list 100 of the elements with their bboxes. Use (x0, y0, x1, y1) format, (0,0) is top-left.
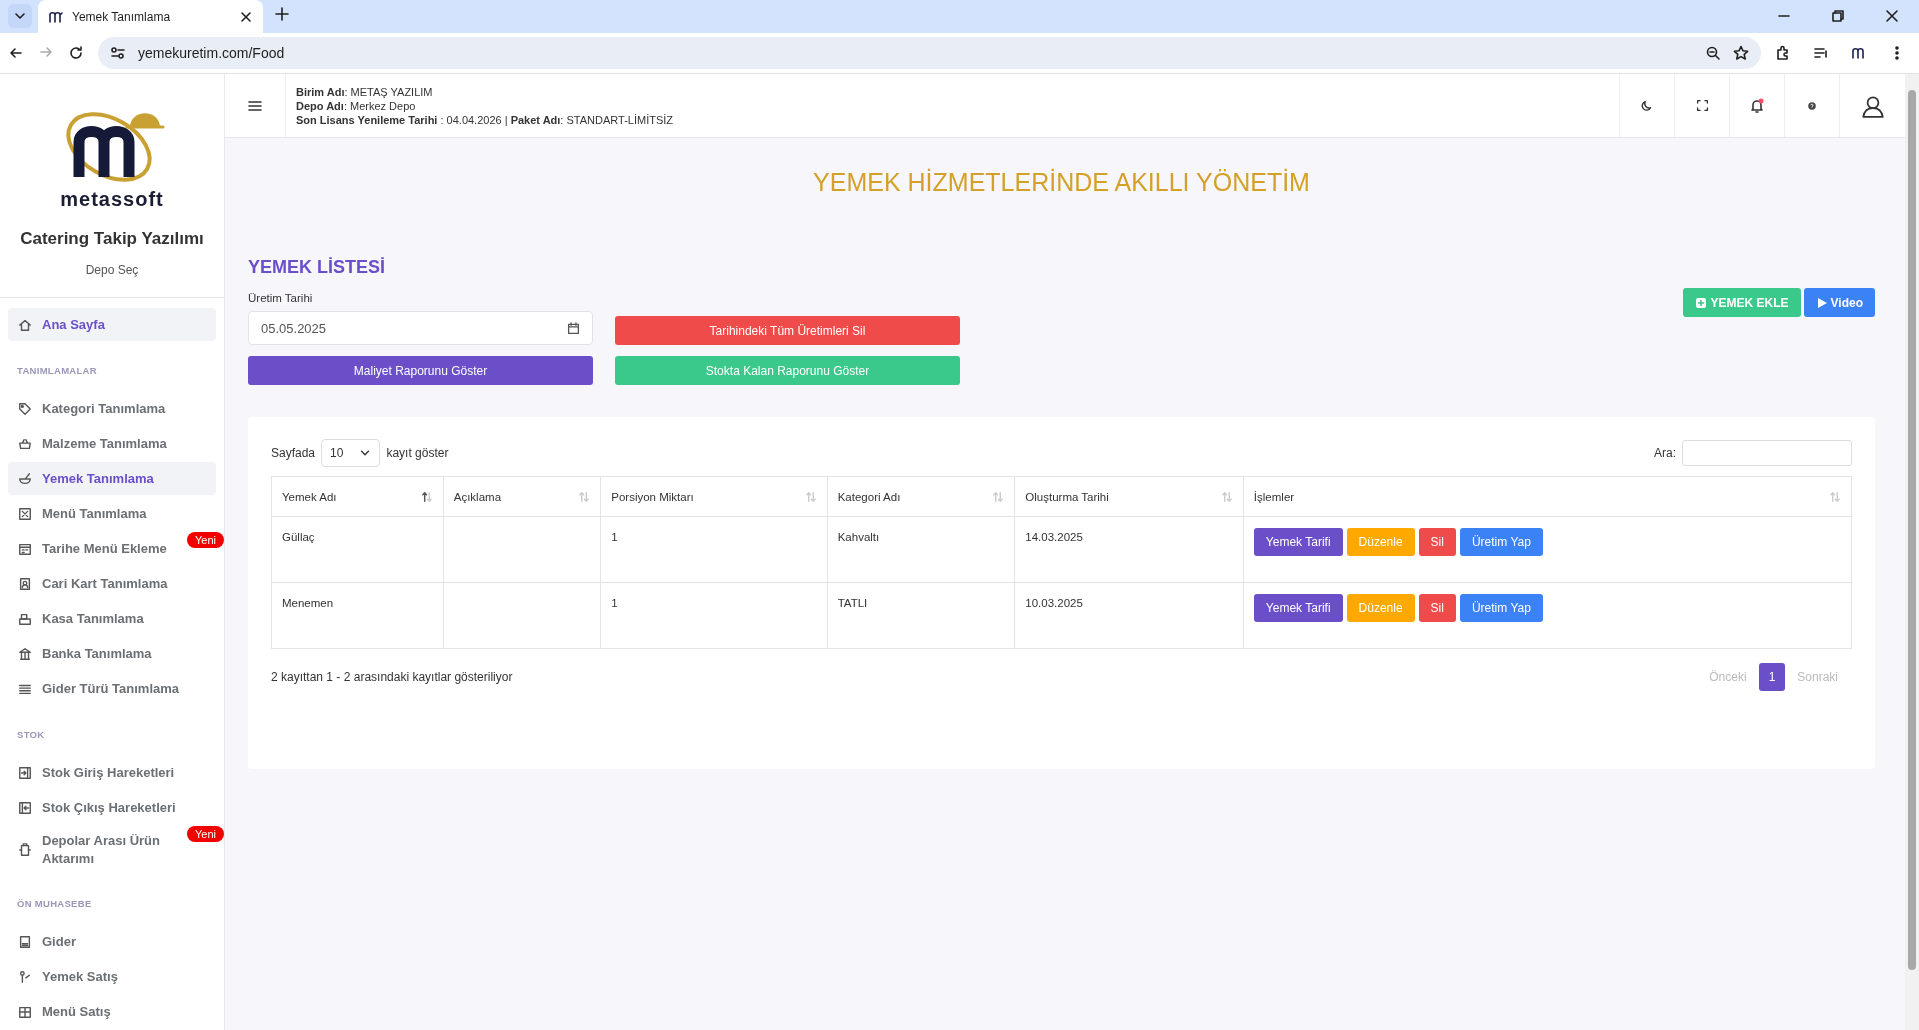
table-cell: 1 (600, 516, 828, 583)
sidebar-item-label: Yemek Tanımlama (42, 469, 154, 488)
sidebar-item-label: Tarihe Menü Ekleme (42, 539, 167, 558)
sidebar-item[interactable]: Stok Çıkış Hareketleri (8, 791, 216, 824)
depot-select-link[interactable]: Depo Seç (85, 263, 139, 277)
table-cell: TATLI (827, 582, 1015, 649)
sidebar-item[interactable]: Cari Kart Tanımlama (8, 567, 216, 600)
row-action-button[interactable]: Sil (1418, 594, 1456, 622)
page-size-select[interactable]: 10 (321, 439, 381, 467)
sidebar-item-label: Malzeme Tanımlama (42, 434, 167, 453)
basket-icon (18, 436, 32, 451)
sidebar-item-label: Gider (42, 932, 76, 951)
search-field[interactable] (1682, 440, 1852, 466)
sort-arrows-icon (1220, 490, 1233, 503)
section-heading: ÖN MUHASEBE (16, 897, 93, 911)
scrollbar[interactable] (1905, 74, 1919, 1030)
help-icon[interactable] (1806, 99, 1818, 112)
home-icon (18, 317, 32, 332)
new-tab-icon[interactable] (275, 7, 289, 21)
restore-icon[interactable] (1831, 9, 1845, 23)
plus-square-icon (1694, 296, 1707, 309)
sidebar-item-label: Menü Tanımlama (42, 504, 147, 523)
bank-icon (18, 646, 32, 661)
sort-arrows-icon (992, 490, 1005, 503)
exit-icon (18, 800, 32, 815)
browser-tab[interactable]: Yemek Tanımlama (38, 0, 263, 33)
address-bar[interactable]: yemekuretim.com/Food (98, 37, 1761, 69)
sort-arrows-icon (1829, 490, 1841, 503)
sidebar-item-label: Yemek Satış (42, 967, 118, 986)
sidebar-item[interactable]: Tarihe Menü Ekleme (8, 532, 184, 565)
sidebar-item-label: Stok Giriş Hareketleri (42, 763, 175, 782)
row-action-button[interactable]: Üretim Yap (1459, 594, 1543, 622)
sidebar-item-label: Stok Çıkış Hareketleri (42, 798, 176, 817)
action-button[interactable]: Tarihindeki Tüm Üretimleri Sil (615, 316, 960, 345)
sidebar-item-label: Kasa Tanımlama (42, 609, 144, 628)
sidebar-item-label: Kategori Tanımlama (42, 399, 166, 418)
calendar-icon[interactable] (567, 321, 580, 335)
action-button[interactable]: Maliyet Raporunu Göster (248, 356, 593, 385)
tag-icon (18, 401, 32, 416)
sort-arrows-icon (578, 490, 591, 503)
sidebar-item[interactable]: Stok Giriş Hareketleri (8, 756, 216, 789)
row-action-button[interactable]: Yemek Tarifi (1253, 528, 1343, 556)
tab-list-button[interactable] (8, 4, 32, 28)
section-heading: TANIMLAMALAR (16, 364, 98, 378)
moon-icon[interactable] (1640, 98, 1654, 113)
reload-icon[interactable] (68, 45, 84, 61)
site-settings-icon (110, 45, 126, 61)
sidebar-item-label: Gider Türü Tanımlama (42, 679, 179, 698)
sidebar-item[interactable]: Gider Türü Tanımlama (8, 672, 216, 705)
sidebar-item-label: Banka Tanımlama (42, 644, 152, 663)
play-icon (1815, 297, 1827, 308)
extension-logo-icon[interactable] (1851, 45, 1867, 61)
row-action-button[interactable]: Sil (1418, 528, 1456, 556)
playlist-icon[interactable] (1813, 45, 1829, 61)
star-icon[interactable] (1733, 45, 1749, 61)
back-icon[interactable] (8, 45, 24, 61)
date-field[interactable]: 05.05.2025 (248, 311, 593, 345)
close-icon[interactable] (1885, 9, 1899, 23)
sidebar-item[interactable]: Menü Tanımlama (8, 497, 216, 530)
info-line: Birim Adı: METAŞ YAZILIM (296, 85, 434, 98)
video-button[interactable]: Video (1803, 288, 1875, 317)
date-label: Üretim Tarihi (248, 292, 314, 304)
table-cell: 14.03.2025 (1014, 516, 1244, 583)
sidebar-item[interactable]: Banka Tanımlama (8, 637, 216, 670)
column-header[interactable]: Açıklama (443, 476, 601, 517)
close-icon[interactable] (239, 9, 253, 24)
table-cell: Kahvaltı (827, 516, 1015, 583)
calendar-icon (18, 541, 32, 556)
sidebar-item-label: Cari Kart Tanımlama (42, 574, 168, 593)
sidebar-item[interactable]: Kasa Tanımlama (8, 602, 216, 635)
row-action-button[interactable]: Yemek Tarifi (1253, 594, 1343, 622)
sidebar-item[interactable]: Yemek Satış (8, 960, 216, 993)
sidebar-item[interactable]: Kategori Tanımlama (8, 392, 216, 425)
row-action-button[interactable]: Üretim Yap (1459, 528, 1543, 556)
page-button[interactable]: 1 (1758, 663, 1786, 691)
cash-register-icon (18, 611, 32, 626)
fullscreen-icon[interactable] (1695, 99, 1709, 112)
column-header[interactable]: Oluşturma Tarihi (1014, 476, 1244, 517)
table-cell: Menemen (271, 582, 444, 649)
sidebar-item-label: Menü Satış (42, 1002, 111, 1021)
sidebar-item[interactable]: Ana Sayfa (8, 308, 216, 341)
puzzle-icon[interactable] (1775, 45, 1791, 61)
menu-card-icon (18, 1004, 32, 1019)
sidebar-item[interactable]: Malzeme Tanımlama (8, 427, 216, 460)
zoom-icon[interactable] (1705, 45, 1721, 61)
column-header[interactable]: Kategori Adı (827, 476, 1015, 517)
column-header[interactable]: Yemek Adı (271, 476, 444, 517)
sidebar-item[interactable]: Yemek Tanımlama (8, 462, 216, 495)
sidebar-item[interactable]: Menü Satış (8, 995, 216, 1028)
column-header[interactable]: Porsiyon Miktarı (600, 476, 828, 517)
sidebar-item[interactable]: Gider (8, 925, 216, 958)
sidebar-item-label: Ana Sayfa (42, 315, 105, 334)
brand-name: metassoft (60, 188, 164, 211)
grid-box-icon (18, 506, 32, 521)
column-header[interactable]: İşlemler (1243, 476, 1852, 517)
bell-with-dot-icon[interactable] (1749, 97, 1765, 114)
length-label: kayıt göster (386, 446, 449, 460)
new-badge: Yeni (187, 532, 224, 548)
table-cell: Güllaç (271, 516, 444, 583)
sidebar-item[interactable]: Depolar Arası Ürün Aktarımı (8, 826, 184, 874)
